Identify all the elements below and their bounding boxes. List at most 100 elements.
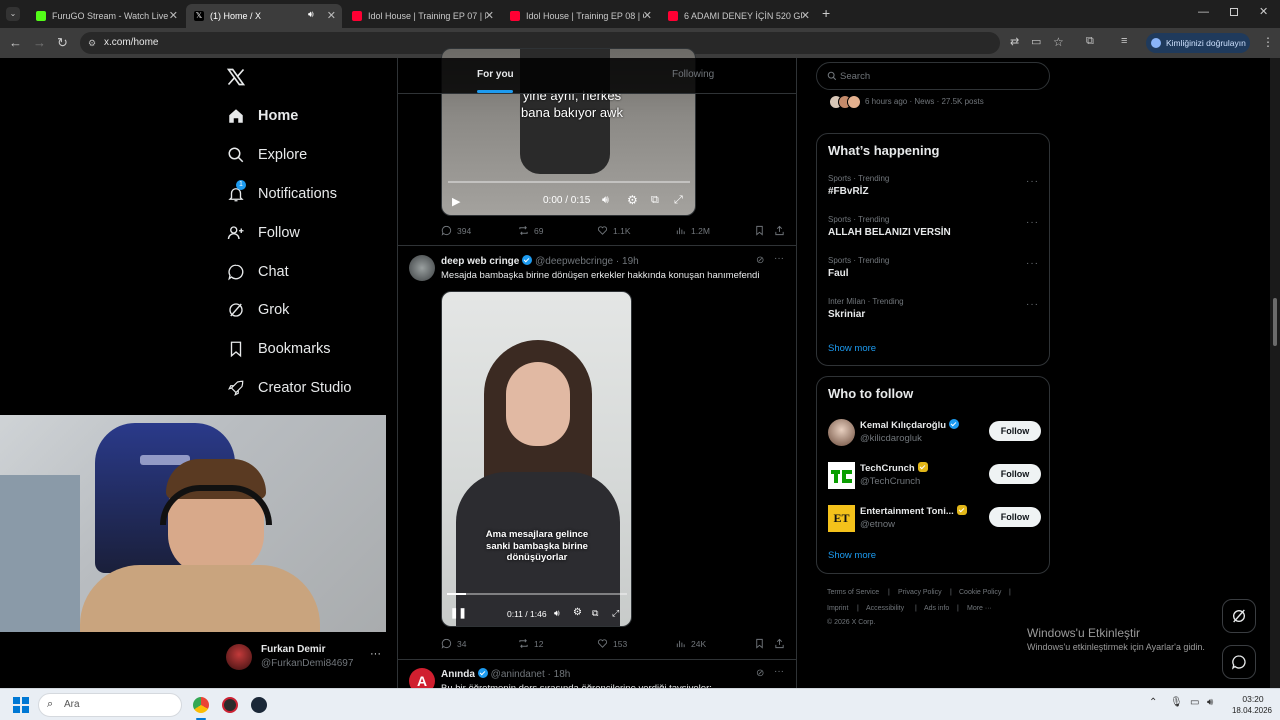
close-window-button[interactable]: ✕ — [1259, 5, 1268, 18]
tweet-age[interactable]: · 19h — [616, 256, 639, 267]
views-button[interactable]: 24K — [675, 638, 706, 649]
nav-item-grok[interactable]: Grok — [226, 295, 289, 325]
site-info-icon[interactable]: ⚙ — [88, 32, 96, 54]
browser-tab[interactable]: FuruGO Stream - Watch Live on ✕ — [28, 4, 184, 28]
footer-link-ads[interactable]: Ads info — [924, 605, 949, 612]
grok-icon[interactable]: ⊘ — [756, 668, 764, 679]
new-tab-button[interactable]: + — [822, 5, 830, 21]
cast-icon[interactable]: ▭ — [1031, 35, 1041, 48]
close-tab-icon[interactable]: ✕ — [801, 9, 810, 22]
more-dots-icon[interactable]: ··· — [774, 253, 784, 264]
reply-button[interactable]: 34 — [441, 638, 466, 649]
footer-link-accessibility[interactable]: Accessibility — [866, 605, 904, 612]
nav-item-chat[interactable]: Chat — [226, 257, 289, 287]
close-tab-icon[interactable]: ✕ — [169, 9, 178, 22]
app-icon[interactable] — [222, 697, 238, 713]
menu-dots-icon[interactable]: ⋮ — [1262, 35, 1274, 49]
more-dots-icon[interactable]: ··· — [1026, 217, 1039, 228]
account-switcher[interactable]: Furkan Demir @FurkanDemi84697 ··· — [226, 642, 386, 672]
follow-button[interactable]: Follow — [989, 507, 1041, 527]
nav-item-explore[interactable]: Explore — [226, 140, 307, 170]
reload-icon[interactable]: ↻ — [57, 35, 68, 51]
tab-list-chevron-icon[interactable]: ⌄ — [6, 7, 20, 21]
pip-icon[interactable]: ⧉ — [651, 194, 659, 207]
back-icon[interactable]: ← — [9, 35, 22, 50]
extensions-icon[interactable]: ⧉ — [1086, 35, 1094, 48]
grok-icon[interactable]: ⊘ — [756, 255, 764, 266]
follow-suggestion[interactable]: TechCrunch @TechCrunch Follow — [817, 460, 1051, 492]
settings-icon[interactable]: ⚙ — [573, 607, 582, 618]
steam-icon[interactable] — [251, 697, 267, 713]
footer-link-more[interactable]: More ··· — [967, 605, 992, 612]
tray-chevron-icon[interactable]: ⌃ — [1149, 697, 1157, 708]
translate-icon[interactable]: ⇄ — [1010, 35, 1019, 48]
close-tab-icon[interactable]: ✕ — [327, 9, 336, 22]
reading-list-icon[interactable]: ≡ — [1121, 35, 1127, 47]
more-dots-icon[interactable]: ··· — [370, 648, 381, 660]
share-button[interactable] — [774, 225, 790, 236]
nav-item-notifications[interactable]: 1 Notifications — [226, 179, 337, 209]
views-button[interactable]: 1.2M — [675, 225, 710, 236]
browser-tab[interactable]: Idol House | Training EP 08 | Ög ✕ — [502, 4, 658, 28]
nav-item-bookmarks[interactable]: Bookmarks — [226, 334, 331, 364]
repost-button[interactable]: 12 — [518, 638, 543, 649]
bookmark-star-icon[interactable]: ☆ — [1053, 35, 1064, 49]
trend-item[interactable]: Sports · Trending ALLAH BELANIZI VERSİN … — [817, 213, 1051, 249]
browser-tab[interactable]: Idol House | Training EP 07 | Eğ ✕ — [344, 4, 500, 28]
video-progress-track[interactable] — [447, 593, 627, 595]
more-dots-icon[interactable]: ··· — [1026, 258, 1039, 269]
follow-button[interactable]: Follow — [989, 464, 1041, 484]
avatar[interactable] — [409, 255, 435, 281]
search-input[interactable]: Search — [816, 62, 1050, 90]
bookmark-button[interactable] — [754, 225, 770, 236]
footer-link-cookies[interactable]: Cookie Policy — [959, 589, 1001, 596]
chrome-icon[interactable] — [193, 697, 209, 713]
follow-button[interactable]: Follow — [989, 421, 1041, 441]
volume-icon[interactable]: 🔊︎ — [554, 608, 560, 619]
pip-icon[interactable]: ⧉ — [592, 608, 598, 619]
clock-time[interactable]: 03:20 — [1233, 694, 1273, 704]
trend-item[interactable]: Sports · Trending #FBvRİZ ··· — [817, 172, 1051, 208]
tweet-age[interactable]: · 18h — [548, 669, 571, 680]
reply-button[interactable]: 394 — [441, 225, 471, 236]
follow-suggestion[interactable]: ET Entertainment Toni... @etnow Follow — [817, 503, 1051, 535]
x-logo-icon[interactable] — [226, 67, 246, 92]
minimize-button[interactable]: — — [1198, 6, 1209, 18]
settings-icon[interactable]: ⚙ — [627, 193, 638, 207]
follow-suggestion[interactable]: Kemal Kılıçdaroğlu @kilicdarogluk Follow — [817, 417, 1051, 449]
trend-item[interactable]: Inter Milan · Trending Skriniar ··· — [817, 295, 1051, 331]
identity-verify-button[interactable]: Kimliğinizi doğrulayın — [1146, 33, 1250, 53]
nav-item-home[interactable]: Home — [226, 101, 298, 131]
author-name[interactable]: Anında — [441, 669, 475, 680]
more-dots-icon[interactable]: ··· — [1026, 299, 1039, 310]
messages-floating-button[interactable] — [1222, 645, 1256, 679]
clock-date[interactable]: 18.04.2026 — [1230, 706, 1274, 715]
browser-tab-active[interactable]: 𝕏 (1) Home / X 🔊︎ ✕ — [186, 4, 342, 28]
page-scrollbar[interactable] — [1270, 58, 1280, 688]
grok-floating-button[interactable] — [1222, 599, 1256, 633]
microphone-icon[interactable]: 🎙︎ — [1170, 697, 1183, 708]
volume-icon[interactable]: 🔊︎ — [602, 194, 609, 207]
footer-link-privacy[interactable]: Privacy Policy — [898, 589, 942, 596]
fullscreen-icon[interactable]: ⤢ — [612, 608, 619, 619]
play-icon[interactable]: ▶ — [452, 195, 460, 208]
video-progress-track[interactable] — [448, 181, 690, 183]
more-dots-icon[interactable]: ··· — [1026, 176, 1039, 187]
pause-icon[interactable]: ❚❚ — [450, 608, 467, 619]
repost-button[interactable]: 69 — [518, 225, 543, 236]
nav-item-creator-studio[interactable]: Creator Studio — [226, 373, 352, 403]
close-tab-icon[interactable]: ✕ — [643, 9, 652, 22]
audio-icon[interactable]: 🔊︎ — [308, 9, 314, 20]
maximize-button[interactable] — [1230, 8, 1238, 16]
scrollbar-thumb[interactable] — [1273, 298, 1277, 346]
tab-for-you[interactable]: For you — [477, 69, 514, 80]
footer-link-imprint[interactable]: Imprint — [827, 605, 848, 612]
forward-icon[interactable]: → — [33, 35, 46, 50]
trend-item[interactable]: Sports · Trending Faul ··· — [817, 254, 1051, 290]
like-button[interactable]: 153 — [597, 638, 627, 649]
more-dots-icon[interactable]: ··· — [774, 666, 784, 677]
tab-following[interactable]: Following — [672, 69, 714, 80]
close-tab-icon[interactable]: ✕ — [485, 9, 494, 22]
windows-start-icon[interactable] — [13, 697, 29, 713]
like-button[interactable]: 1.1K — [597, 225, 631, 236]
